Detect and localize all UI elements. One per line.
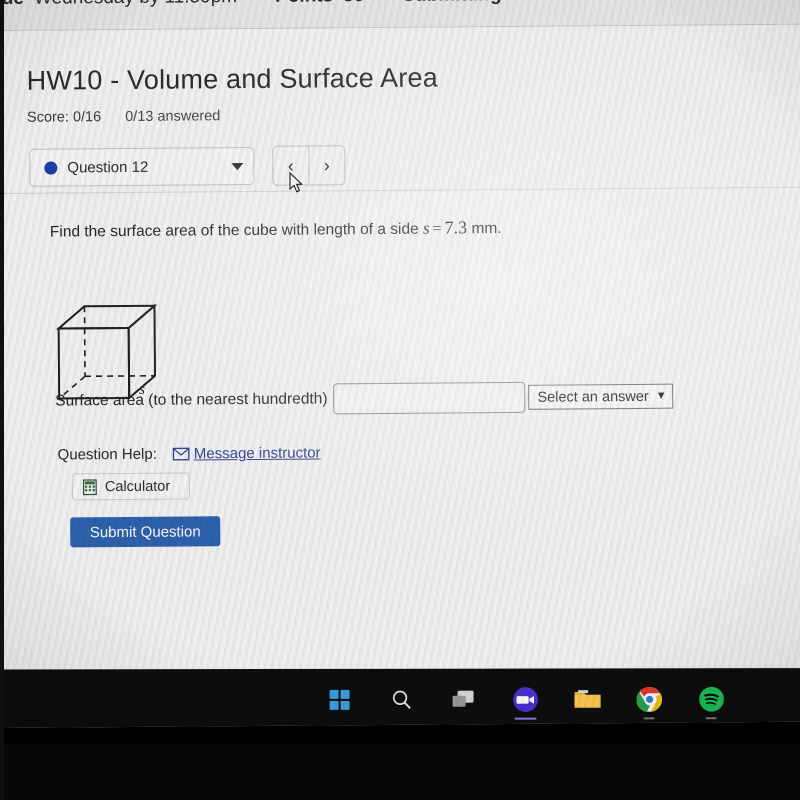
zoom-app-icon — [513, 687, 538, 712]
chevron-down-icon — [231, 162, 244, 170]
chrome-icon — [636, 686, 663, 713]
task-view-button[interactable] — [444, 679, 484, 721]
points-label: Points — [275, 0, 333, 7]
question-unit: mm. — [471, 220, 502, 238]
question-help-row: Question Help: Message instructor — [58, 444, 321, 463]
taskbar-search-button[interactable] — [382, 679, 422, 721]
section-divider — [0, 186, 800, 194]
question-prompt: Find the surface area of the cube with l… — [50, 217, 502, 242]
spotify-icon — [699, 686, 724, 712]
monitor-bezel-left — [0, 0, 4, 800]
submitting-label: Submitting — [402, 0, 501, 6]
question-prompt-text: Find the surface area of the cube with l… — [49, 220, 419, 241]
message-instructor-link[interactable]: Message instructor — [172, 444, 321, 463]
calculator-button-label: Calculator — [104, 478, 171, 495]
envelope-icon — [172, 447, 190, 461]
answer-unit-select[interactable]: Select an answer ▼ — [528, 383, 674, 410]
question-help-label: Question Help: — [57, 445, 157, 464]
question-equals: = — [432, 220, 442, 238]
search-icon — [392, 690, 411, 709]
answer-unit-select-label: Select an answer — [537, 388, 649, 406]
folder-icon — [574, 690, 601, 708]
chevron-down-icon: ▼ — [655, 389, 667, 402]
screen-photo: DueWednesday by 11:59pmPoints50Submittin… — [0, 0, 800, 800]
page-title: HW10 - Volume and Surface Area — [26, 62, 439, 96]
question-variable: s — [422, 218, 430, 238]
submit-question-button[interactable]: Submit Question — [70, 516, 221, 548]
submitting-value: an external tool — [511, 0, 641, 5]
answered-count: 0/13 answered — [125, 108, 221, 125]
question-value: 7.3 — [444, 217, 468, 238]
answer-row: Surface area (to the nearest hundredth) … — [55, 381, 674, 417]
due-value: Wednesday by 11:59pm — [34, 0, 237, 9]
taskbar-zoom-button[interactable] — [506, 679, 546, 721]
message-instructor-text: Message instructor — [193, 444, 321, 463]
windows-taskbar — [0, 668, 800, 728]
task-view-icon — [452, 690, 474, 707]
question-arrow-group: ‹ › — [272, 145, 346, 186]
answer-label: Surface area (to the nearest hundredth) — [55, 389, 328, 410]
spotify-button[interactable] — [692, 678, 732, 720]
windows-logo-icon — [329, 689, 350, 710]
calculator-icon — [82, 478, 97, 495]
monitor-screen: DueWednesday by 11:59pmPoints50Submittin… — [0, 0, 800, 728]
google-chrome-button[interactable] — [630, 678, 670, 720]
start-button[interactable] — [320, 679, 360, 721]
points-value: 50 — [343, 0, 364, 6]
answer-input[interactable] — [333, 381, 526, 415]
score-text: Score: 0/16 — [26, 109, 102, 126]
monitor-bezel-bottom — [0, 744, 800, 800]
question-status-dot — [44, 161, 58, 175]
question-select[interactable]: Question 12 — [29, 146, 255, 187]
assignment-content: HW10 - Volume and Surface Area Score: 0/… — [0, 24, 800, 671]
mouse-cursor — [289, 172, 303, 193]
score-status: Score: 0/16 0/13 answered — [27, 108, 220, 126]
question-select-label: Question 12 — [67, 158, 149, 176]
file-explorer-button[interactable] — [568, 678, 608, 720]
calculator-button[interactable]: Calculator — [71, 472, 190, 501]
next-question-button[interactable]: › — [308, 146, 345, 185]
